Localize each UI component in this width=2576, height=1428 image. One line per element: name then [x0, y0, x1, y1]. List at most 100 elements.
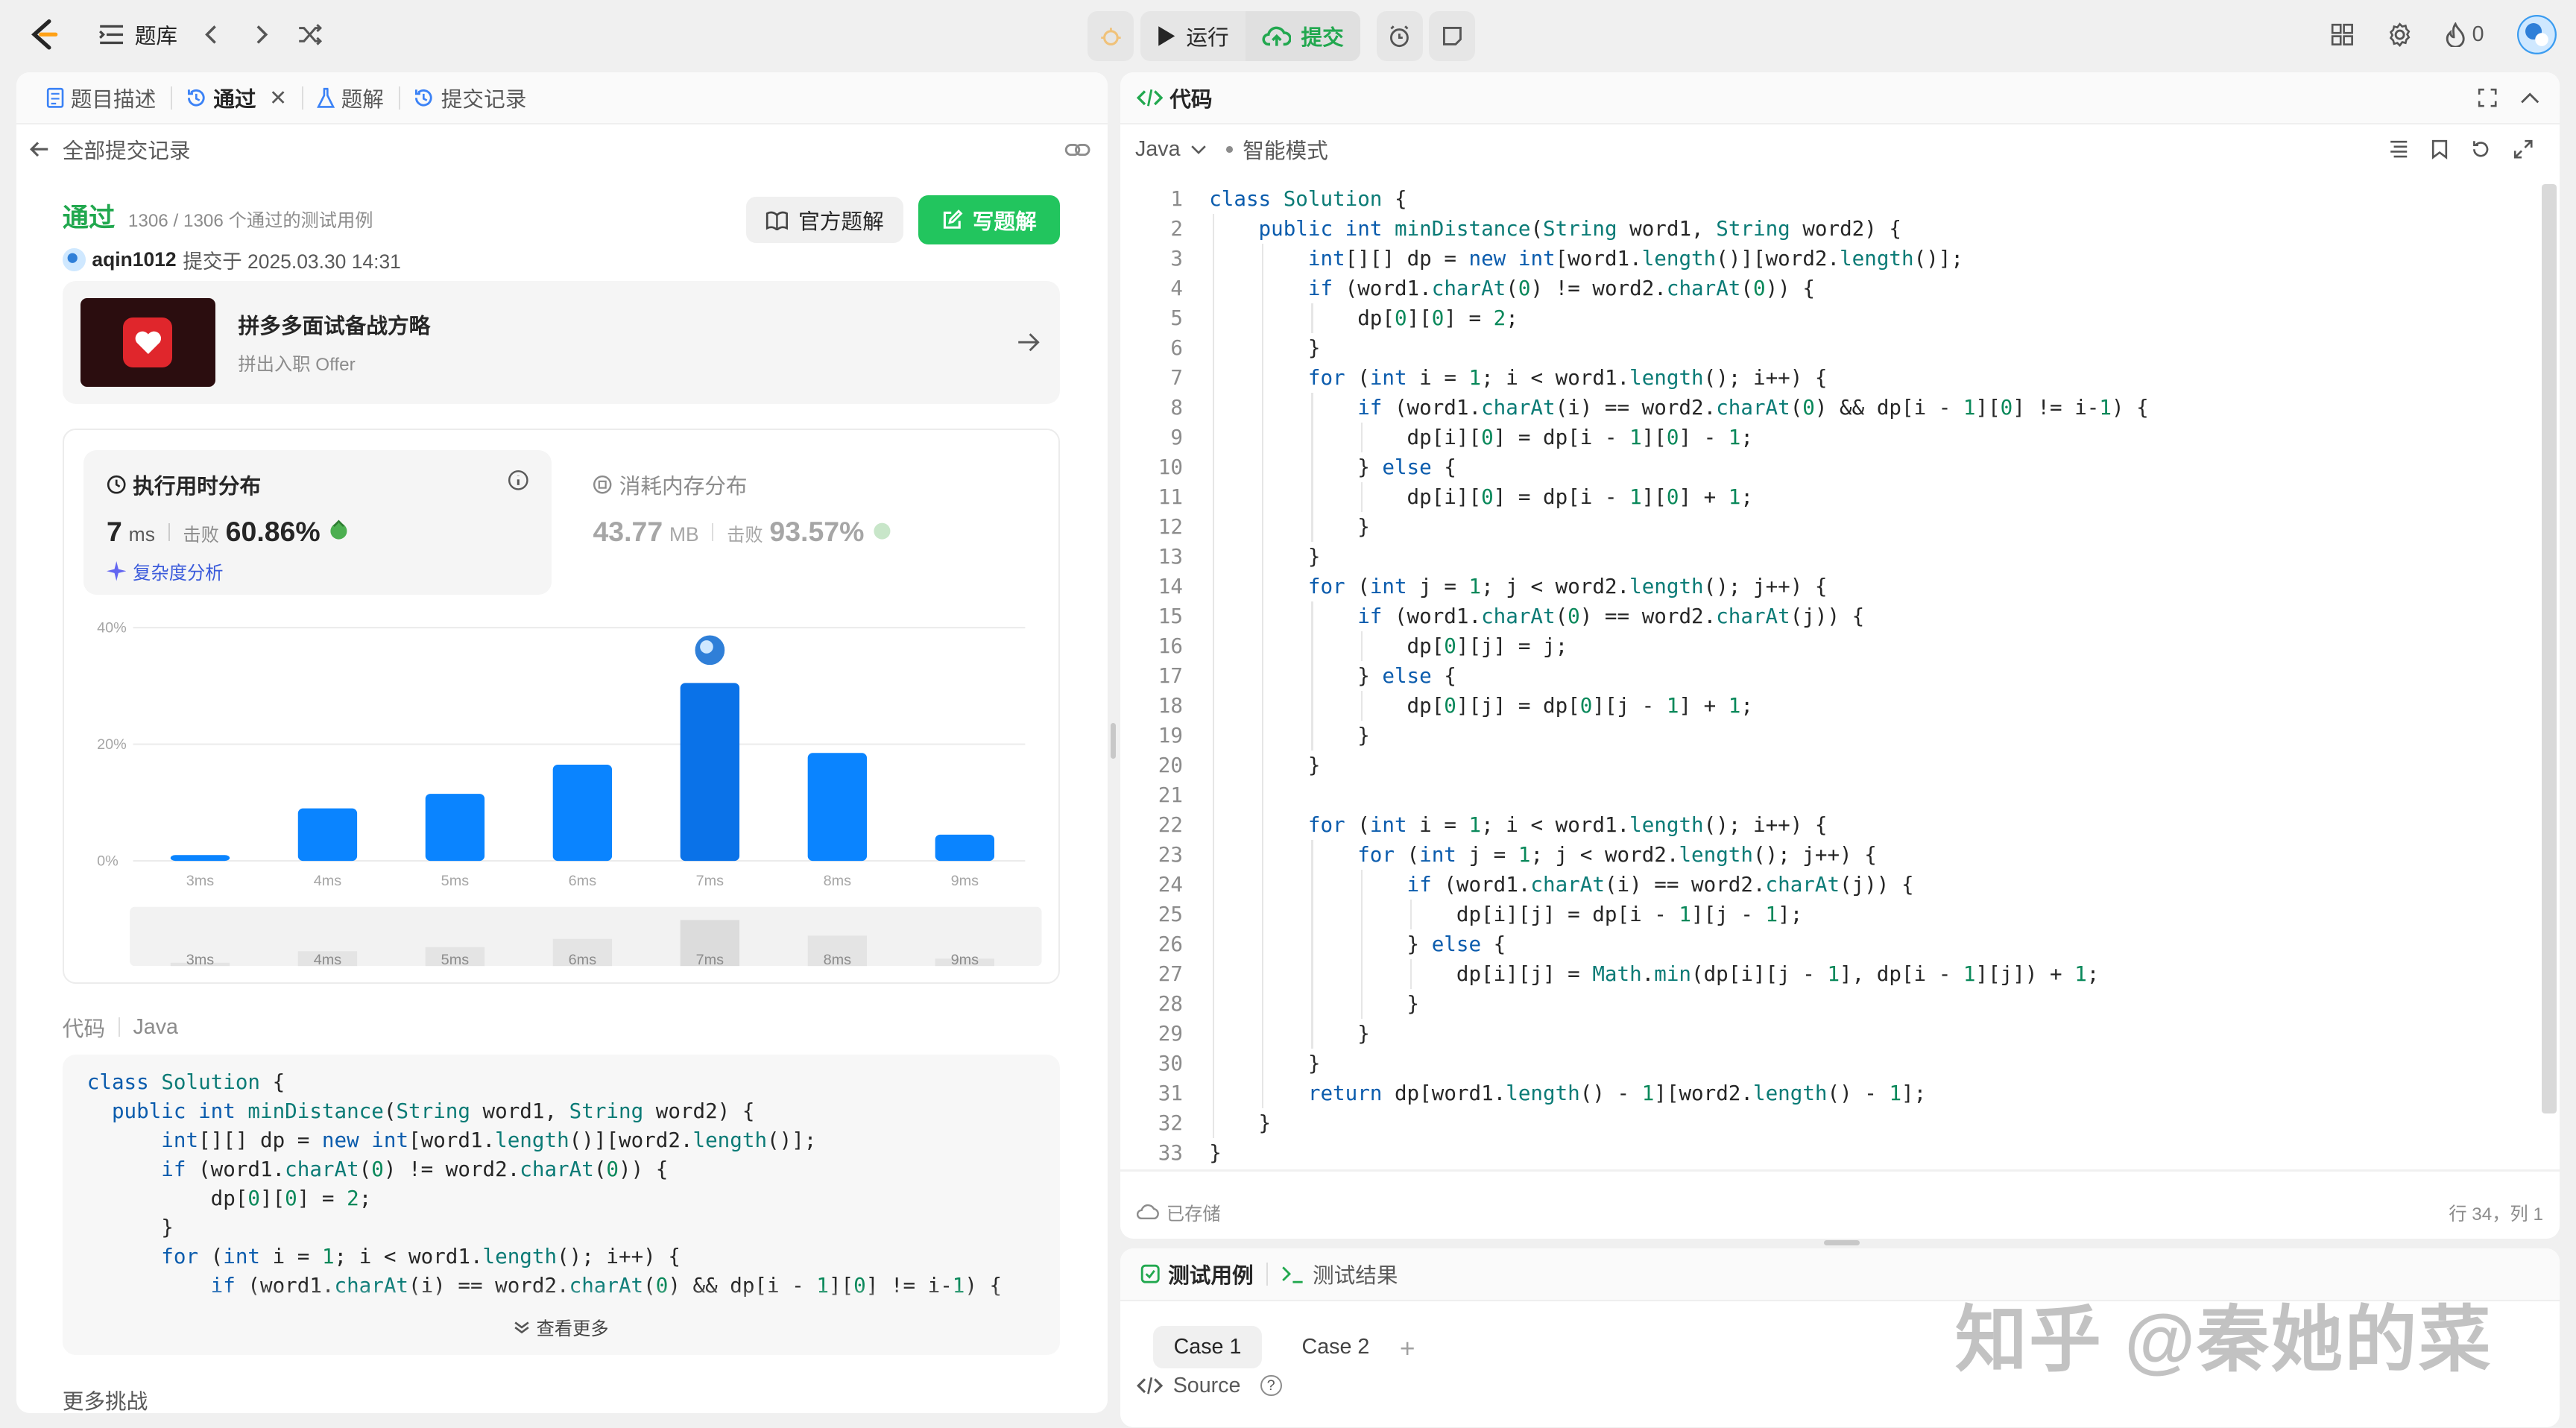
write-solution-button[interactable]: 写题解	[918, 195, 1060, 245]
code-text: } else {	[1209, 455, 1456, 479]
tab-testcase[interactable]: 测试用例	[1140, 1259, 1254, 1289]
runtime-distribution-chart[interactable]: 0% 20% 40% 3ms 4ms 5ms 6ms 7ms 8ms 9ms 3ms 4ms 5ms 6m…	[64, 595, 1058, 981]
reset-icon[interactable]	[2471, 139, 2490, 159]
submit-button[interactable]: 提交	[1245, 11, 1360, 61]
expand-icon[interactable]	[2513, 139, 2533, 159]
line-number: 24	[1158, 872, 1183, 897]
line-number: 7	[1170, 365, 1183, 390]
line-number: 12	[1158, 514, 1183, 539]
code-text: }	[1209, 1051, 1321, 1075]
memory-beats: 93.57%	[769, 515, 865, 547]
x-tick-label: 4ms	[313, 873, 341, 889]
settings-gear-icon[interactable]	[2387, 22, 2413, 48]
info-icon[interactable]	[508, 470, 529, 491]
runtime-box[interactable]: 执行用时分布 7 ms 击败 60.86% 复杂度分析	[83, 449, 552, 595]
code-line: 3 int[][] dp = new int[word1.length()][w…	[1120, 244, 2149, 274]
next-problem-icon[interactable]	[247, 19, 277, 49]
code-text: }	[1209, 1021, 1370, 1046]
official-solution-label: 官方题解	[798, 209, 884, 234]
code-editor-area[interactable]: 1 class Solution {2 public int minDistanc…	[1120, 183, 2560, 1169]
complexity-analysis-link[interactable]: 复杂度分析	[133, 558, 223, 584]
submitted-code-block[interactable]: class Solution { public int minDistance(…	[62, 1055, 1060, 1356]
prev-problem-icon[interactable]	[197, 19, 227, 49]
clap-hands-icon	[871, 518, 894, 541]
line-number: 18	[1158, 693, 1183, 718]
all-submissions-link[interactable]: 全部提交记录	[63, 134, 191, 165]
ad-banner[interactable]: 拼多多面试备战方略 拼出入职 Offer	[62, 280, 1060, 405]
tab-description-label: 题目描述	[70, 87, 157, 112]
tab-solutions[interactable]: 题解	[303, 72, 399, 124]
code-line: 30 }	[1120, 1049, 2149, 1078]
book-icon	[765, 210, 789, 230]
add-case-icon[interactable]: +	[1400, 1334, 1415, 1364]
tab-accepted[interactable]: 通过 ✕	[172, 72, 302, 124]
problem-bank-button[interactable]: 题库	[98, 19, 177, 50]
code-text: dp[i][0] = dp[i - 1][0] + 1;	[1209, 484, 1753, 509]
code-line: 22 for (int i = 1; i < word1.length(); i…	[1120, 810, 2149, 840]
case-2-tab[interactable]: Case 2	[1281, 1326, 1389, 1368]
tab-solutions-label: 题解	[341, 87, 384, 112]
submit-label: 提交	[1301, 25, 1344, 50]
code-text: } else {	[1209, 932, 1506, 956]
code-line: 23 for (int j = 1; j < word2.length(); j…	[1120, 840, 2149, 870]
view-more-button[interactable]: 查看更多	[63, 1314, 1060, 1340]
format-lines-icon[interactable]	[2389, 139, 2408, 159]
cloud-upload-icon	[1262, 25, 1292, 48]
smart-mode-label[interactable]: 智能模式	[1243, 134, 1328, 165]
vertical-resize-handle[interactable]	[1110, 722, 1116, 759]
line-number: 13	[1158, 544, 1183, 569]
code-line: 8 if (word1.charAt(i) == word2.charAt(0)…	[1120, 393, 2149, 423]
layout-grid-icon[interactable]	[2331, 23, 2354, 46]
run-label: 运行	[1186, 25, 1229, 50]
document-icon	[46, 87, 64, 109]
official-solution-button[interactable]: 官方题解	[745, 197, 904, 244]
chip-icon	[593, 475, 612, 494]
debug-button[interactable]	[1087, 11, 1134, 61]
source-toggle[interactable]: Source ?	[1137, 1374, 1282, 1398]
cloud-icon	[1137, 1204, 1160, 1220]
scrollbar-thumb[interactable]	[2541, 183, 2557, 1114]
code-line: 24 if (word1.charAt(i) == word2.charAt(j…	[1120, 870, 2149, 900]
share-link-icon[interactable]	[1064, 142, 1090, 158]
shuffle-icon[interactable]	[296, 19, 326, 49]
line-number: 21	[1158, 783, 1183, 807]
chart-bar	[297, 808, 357, 861]
sparkle-icon	[107, 561, 127, 581]
play-icon	[1157, 25, 1176, 48]
notes-button[interactable]	[1429, 11, 1476, 61]
code-text: if (word1.charAt(i) == word2.charAt(0) &…	[1357, 395, 2149, 420]
top-bar-right: 0	[2331, 14, 2557, 54]
code-text: }	[1209, 335, 1321, 360]
line-number: 8	[1170, 395, 1183, 420]
tab-submissions[interactable]: 提交记录	[400, 72, 541, 124]
user-avatar[interactable]	[62, 247, 86, 271]
help-icon[interactable]: ?	[1260, 1374, 1282, 1397]
fullscreen-icon[interactable]	[2478, 88, 2497, 107]
submission-header: 通过 1306 / 1306 个通过的测试用例 aqin1012 提交于 202…	[62, 195, 1065, 274]
streak-counter[interactable]: 0	[2446, 22, 2484, 47]
code-line: 26 } else {	[1120, 929, 2149, 959]
range-tick-label: 6ms	[568, 952, 596, 968]
collapse-chevron-up-icon[interactable]	[2520, 91, 2539, 104]
code-brackets-icon	[1137, 1376, 1164, 1395]
run-button[interactable]: 运行	[1140, 11, 1246, 60]
top-bar-center: 运行 提交	[1087, 11, 1476, 61]
user-avatar[interactable]	[2516, 14, 2557, 54]
watermark: 知乎 @秦她的菜	[1954, 1299, 2493, 1381]
tab-test-result[interactable]: 测试结果	[1281, 1259, 1398, 1289]
line-number: 26	[1158, 932, 1183, 956]
close-tab-icon[interactable]: ✕	[269, 85, 287, 111]
horizontal-resize-handle[interactable]	[1823, 1240, 1860, 1245]
leetcode-logo-icon[interactable]	[26, 16, 62, 52]
memory-box[interactable]: 消耗内存分布 43.77 MB 击败 93.57%	[573, 450, 1041, 595]
chart-bar	[425, 793, 484, 861]
line-number: 19	[1158, 723, 1183, 748]
language-select[interactable]: Java	[1135, 137, 1207, 162]
bookmark-icon[interactable]	[2431, 139, 2448, 159]
arrow-left-icon[interactable]	[29, 139, 49, 159]
history-icon	[186, 87, 207, 109]
timer-button[interactable]	[1376, 11, 1423, 61]
username[interactable]: aqin1012	[92, 248, 176, 271]
case-1-tab[interactable]: Case 1	[1153, 1325, 1262, 1368]
tab-description[interactable]: 题目描述	[33, 72, 171, 124]
